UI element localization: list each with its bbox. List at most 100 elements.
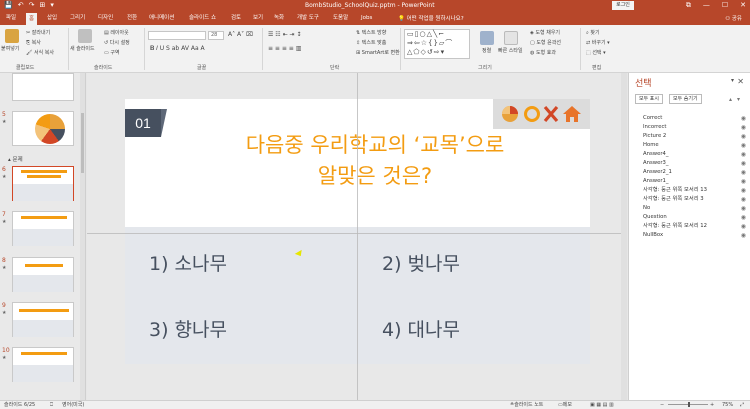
zoom-level[interactable]: 75%	[722, 401, 733, 409]
align-text-button[interactable]: ⇳ 텍스트 맞춤	[356, 39, 386, 46]
answer-1[interactable]: 1) 소나무	[149, 249, 227, 276]
selection-item[interactable]: Answer2_1 ◉	[643, 168, 746, 177]
list-buttons[interactable]: ☰ ☷ ⇤ ⇥ ↕	[268, 31, 301, 38]
tab-design[interactable]: 디자인	[98, 14, 113, 23]
paste-button[interactable]: 붙여넣기	[1, 45, 19, 52]
selection-item[interactable]: NullBox ◉	[643, 231, 746, 240]
font-format-buttons[interactable]: 𝐁 𝐼 U S ab AV Aa A	[150, 45, 205, 53]
eye-icon[interactable]: ◉	[741, 114, 746, 123]
section-header-quiz[interactable]: ▴ 문제	[8, 155, 23, 163]
selection-item[interactable]: Question ◉	[643, 213, 746, 222]
zoom-in-icon[interactable]: +	[710, 401, 714, 409]
notes-button[interactable]: ≙ 슬라이드 노트	[510, 401, 543, 409]
eye-icon[interactable]: ◉	[741, 168, 746, 177]
new-slide-button[interactable]: 새 슬라이드	[70, 45, 95, 52]
slide-thumbnail-10[interactable]	[12, 347, 74, 382]
font-grow-shrink[interactable]: A˄ A˅ ⌧	[228, 31, 253, 38]
eye-icon[interactable]: ◉	[741, 204, 746, 213]
selection-item[interactable]: 사각형: 둥근 위쪽 모서리 13 ◉	[643, 186, 746, 195]
selection-item[interactable]: Incorrect ◉	[643, 123, 746, 132]
selection-item[interactable]: Answer4_ ◉	[643, 150, 746, 159]
quick-styles-button[interactable]: 빠른 스타일	[498, 47, 523, 54]
zoom-out-icon[interactable]: −	[660, 401, 664, 409]
answer-2[interactable]: 2) 벚나무	[382, 249, 460, 276]
font-size-input[interactable]: 28	[208, 31, 224, 40]
tell-me-box[interactable]: 💡 어떤 작업을 원하시나요?	[398, 14, 464, 22]
slide-thumbnail-6[interactable]	[12, 166, 74, 201]
eye-icon[interactable]: ◉	[741, 213, 746, 222]
spellcheck-icon[interactable]: ⎕	[50, 401, 53, 409]
font-name-input[interactable]	[148, 31, 206, 40]
selection-item[interactable]: Answer3_ ◉	[643, 159, 746, 168]
scrollbar-thumb[interactable]	[81, 113, 84, 173]
shape-effects-button[interactable]: ◍ 도형 효과	[530, 49, 556, 56]
save-icon[interactable]: 💾	[4, 1, 13, 10]
tab-view[interactable]: 보기	[253, 14, 263, 23]
hide-all-button[interactable]: 모두 숨기기	[669, 94, 702, 104]
language-indicator[interactable]: 영어(미국)	[62, 401, 84, 409]
tab-animations[interactable]: 애니메이션	[149, 14, 174, 23]
arrange-icon[interactable]	[480, 31, 494, 45]
tab-help[interactable]: 도움말	[333, 14, 348, 23]
selection-item[interactable]: Answer1_ ◉	[643, 177, 746, 186]
quick-styles-icon[interactable]	[504, 31, 518, 45]
selection-item[interactable]: Picture 2 ◉	[643, 132, 746, 141]
maximize-icon[interactable]: ☐	[722, 1, 728, 10]
eye-icon[interactable]: ◉	[741, 177, 746, 186]
start-slideshow-icon[interactable]: ⊞	[39, 1, 45, 10]
pane-options-icon[interactable]: ▾	[731, 77, 734, 84]
format-painter-button[interactable]: 🖌 서식 복사	[26, 49, 54, 56]
section-button[interactable]: ▭ 구역	[104, 49, 120, 56]
select-button[interactable]: ⬚ 선택 ▾	[586, 49, 606, 56]
paste-icon[interactable]	[5, 29, 19, 43]
slide-thumbnail-5[interactable]	[12, 111, 74, 146]
tab-record[interactable]: 녹화	[274, 14, 284, 23]
selection-item[interactable]: 사각형: 둥근 위쪽 모서리 3 ◉	[643, 195, 746, 204]
tab-file[interactable]: 파일	[6, 14, 16, 23]
ribbon-display-icon[interactable]: ⧉	[686, 1, 691, 10]
text-direction-button[interactable]: ⇅ 텍스트 방향	[356, 29, 386, 36]
tab-jobs[interactable]: Jobs	[361, 14, 372, 23]
align-buttons[interactable]: ≡ ≡ ≡ ≡ ▥	[268, 45, 301, 52]
tab-transitions[interactable]: 전환	[127, 14, 137, 23]
selection-item[interactable]: Home ◉	[643, 141, 746, 150]
eye-icon[interactable]: ◉	[741, 150, 746, 159]
tab-review[interactable]: 검토	[231, 14, 241, 23]
undo-icon[interactable]: ↶	[18, 1, 24, 10]
shapes-gallery[interactable]: ▭▯○△╲⌐ ⇒⇦☆{}▱⌒ △⬠◇↺⇨▾	[404, 29, 470, 59]
pane-close-icon[interactable]: ✕	[737, 77, 744, 86]
eye-icon[interactable]: ◉	[741, 231, 746, 240]
eye-icon[interactable]: ◉	[741, 132, 746, 141]
thumbnails-scrollbar[interactable]	[80, 73, 85, 400]
selection-item[interactable]: Correct ◉	[643, 114, 746, 123]
shape-fill-button[interactable]: ◈ 도형 채우기	[530, 29, 560, 36]
smartart-button[interactable]: ⊞ SmartArt로 변환	[356, 49, 400, 56]
cut-button[interactable]: ✂ 잘라내기	[26, 29, 50, 36]
bring-forward-icon[interactable]: ▴	[729, 96, 732, 103]
shape-outline-button[interactable]: ▢ 도형 윤곽선	[530, 39, 561, 46]
tab-slideshow[interactable]: 슬라이드 쇼	[189, 14, 216, 23]
slide-thumbnail-4[interactable]	[12, 73, 74, 101]
answer-4[interactable]: 4) 대나무	[382, 315, 460, 342]
find-button[interactable]: ⌕ 찾기	[586, 29, 600, 36]
comments-button[interactable]: ▭ 메모	[558, 401, 572, 409]
slide-thumbnail-8[interactable]	[12, 257, 74, 292]
layout-button[interactable]: ▤ 레이아웃	[104, 29, 129, 36]
view-buttons[interactable]: ▣ ▦ ▤ ▥	[590, 401, 614, 409]
slide-thumbnail-7[interactable]	[12, 211, 74, 246]
tab-draw[interactable]: 그리기	[70, 14, 85, 23]
tab-insert[interactable]: 삽입	[47, 14, 57, 23]
eye-icon[interactable]: ◉	[741, 123, 746, 132]
selection-item[interactable]: 사각형: 둥근 위쪽 모서리 12 ◉	[643, 222, 746, 231]
slide-thumbnail-9[interactable]	[12, 302, 74, 337]
eye-icon[interactable]: ◉	[741, 186, 746, 195]
reset-button[interactable]: ↺ 다시 설정	[104, 39, 130, 46]
eye-icon[interactable]: ◉	[741, 141, 746, 150]
arrange-button[interactable]: 정렬	[482, 47, 491, 54]
eye-icon[interactable]: ◉	[741, 195, 746, 204]
login-button[interactable]: 로그인	[612, 1, 634, 10]
customize-qat-icon[interactable]: ▾	[50, 1, 54, 10]
zoom-slider-knob[interactable]	[688, 402, 690, 407]
eye-icon[interactable]: ◉	[741, 159, 746, 168]
canvas-scrollbar[interactable]	[621, 73, 627, 400]
